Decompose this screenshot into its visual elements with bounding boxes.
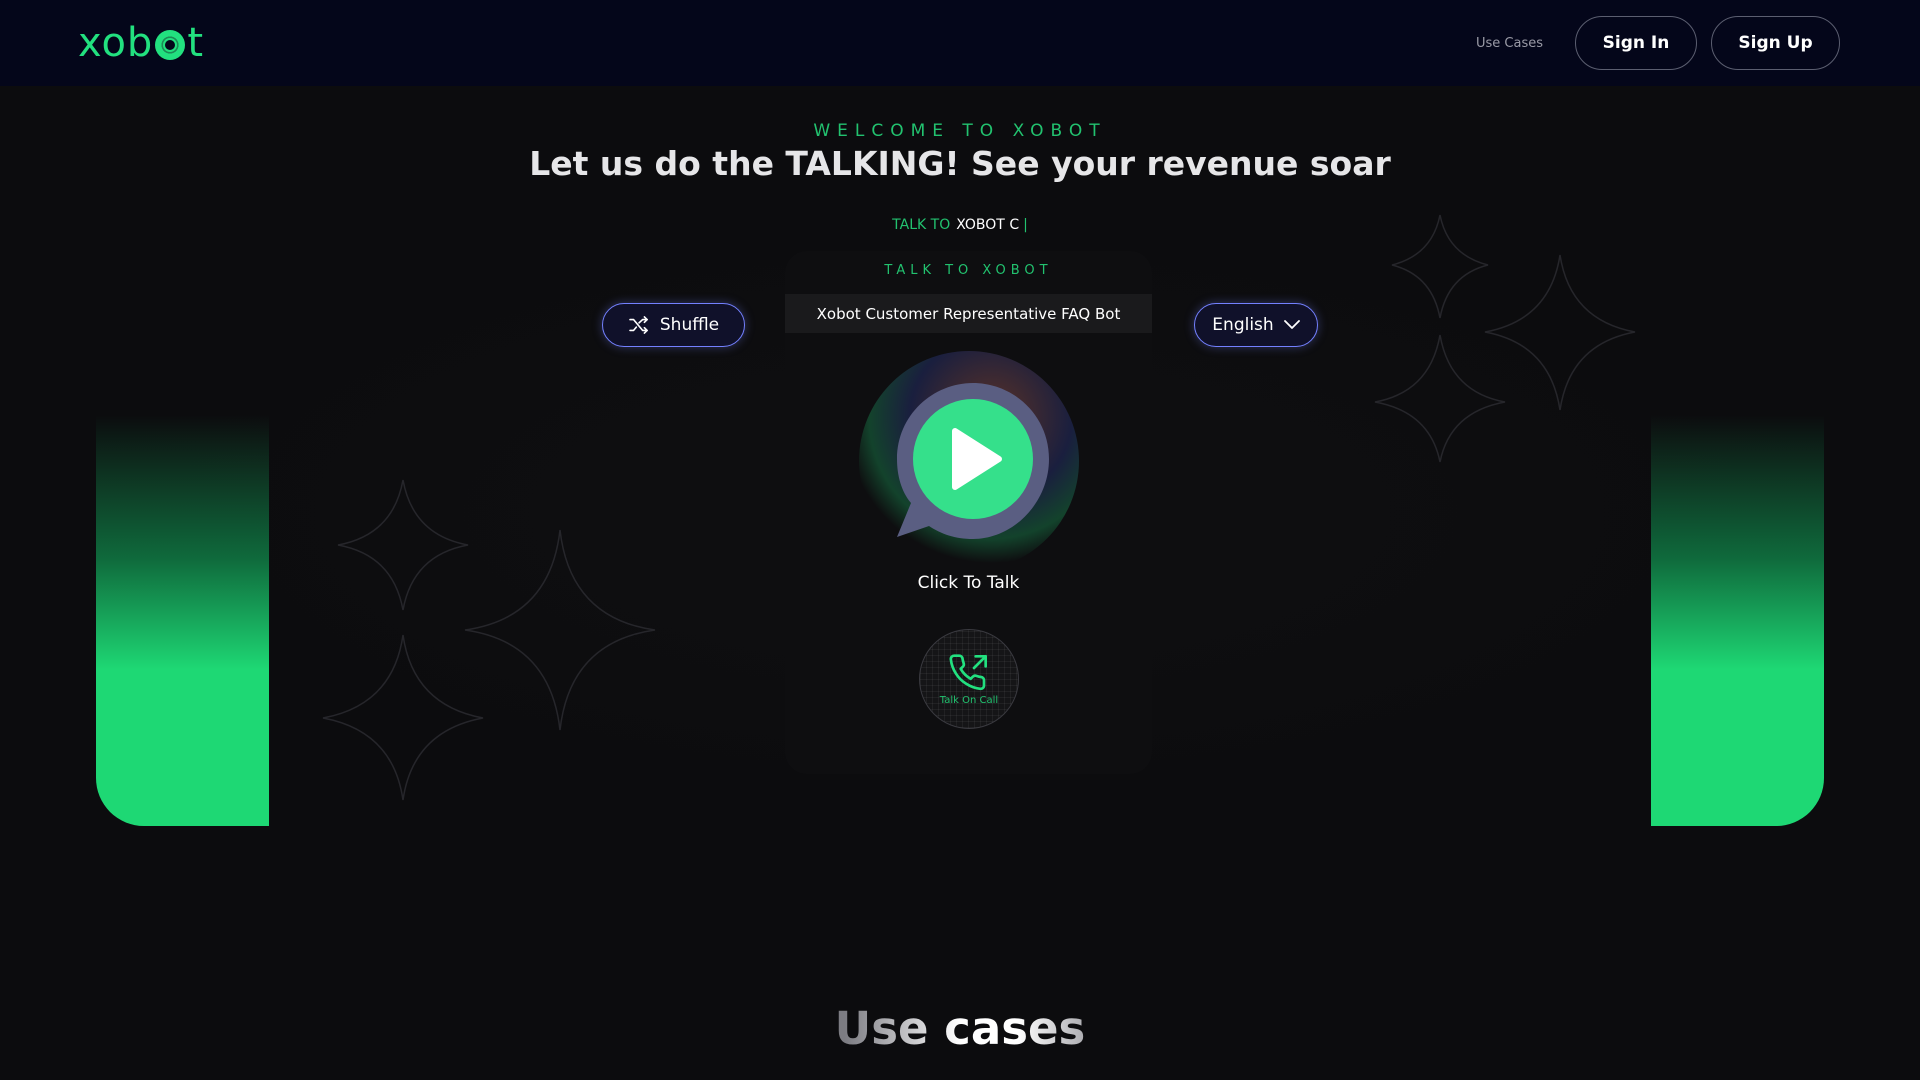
language-selected-label: English xyxy=(1212,315,1274,335)
right-green-panel xyxy=(1651,415,1824,826)
click-to-talk-label: Click To Talk xyxy=(917,573,1020,593)
logo-mic-glyph xyxy=(155,30,186,60)
bot-name-bar: Xobot Customer Representative FAQ Bot xyxy=(785,294,1152,333)
bot-name-label: Xobot Customer Representative FAQ Bot xyxy=(816,304,1121,323)
nav-link-use-cases[interactable]: Use Cases xyxy=(1476,36,1543,51)
xobot-logo[interactable]: xob t xyxy=(78,20,204,66)
logo-text-xob: xob xyxy=(78,20,154,66)
nav-menu: Use Cases Sign In Sign Up xyxy=(1476,16,1840,70)
talk-to-typewriter: TALK TO XOBOT C | xyxy=(0,217,1920,233)
bot-card: TALK TO XOBOT Xobot Customer Representat… xyxy=(785,251,1152,774)
phone-outgoing-icon xyxy=(949,653,987,690)
shuffle-icon xyxy=(629,316,648,334)
hero-headline: Let us do the TALKING! See your revenue … xyxy=(529,144,1391,183)
typing-caret: | xyxy=(1023,217,1028,233)
sign-up-button[interactable]: Sign Up xyxy=(1711,16,1840,70)
left-green-panel xyxy=(96,415,269,826)
chevron-down-icon xyxy=(1283,320,1300,329)
language-select[interactable]: English xyxy=(1194,303,1318,347)
logo-text-t: t xyxy=(187,20,204,66)
top-navbar: xob t Use Cases Sign In Sign Up xyxy=(0,0,1920,86)
welcome-eyebrow: WELCOME TO XOBOT xyxy=(813,121,1107,141)
card-title: TALK TO XOBOT xyxy=(884,263,1053,278)
talk-to-value: XOBOT C xyxy=(956,217,1020,233)
talk-on-call-button[interactable]: Talk On Call xyxy=(919,629,1019,729)
talk-on-call-label: Talk On Call xyxy=(939,694,999,706)
shuffle-button[interactable]: Shuffle xyxy=(602,303,745,347)
use-cases-heading: Use cases xyxy=(0,1002,1920,1055)
shuffle-label: Shuffle xyxy=(659,315,720,335)
talk-play-button[interactable] xyxy=(889,379,1055,545)
sign-in-button[interactable]: Sign In xyxy=(1575,16,1697,70)
talk-to-prefix: TALK TO xyxy=(892,217,951,233)
